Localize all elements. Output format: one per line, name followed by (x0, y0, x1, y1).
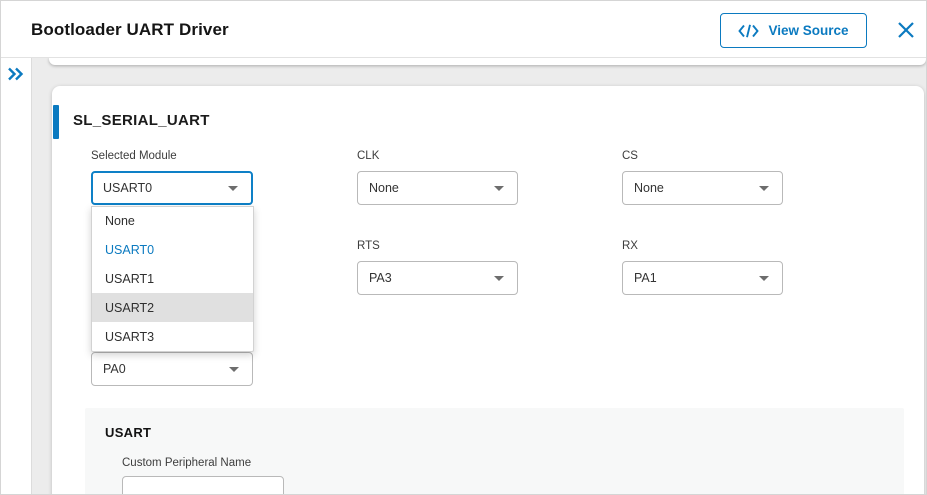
dialog-header: Bootloader UART Driver View Source (1, 1, 926, 58)
chevron-down-icon (759, 276, 769, 281)
dialog-bootloader-uart-driver: Bootloader UART Driver View Source (0, 0, 927, 495)
chevron-down-icon (759, 186, 769, 191)
sl-serial-uart-card: SL_SERIAL_UART Selected Module CLK CS US… (52, 86, 924, 495)
selected-module-select[interactable]: USART0 (91, 171, 253, 205)
chevron-down-icon (494, 276, 504, 281)
sidebar-rail (1, 58, 32, 494)
rx-label: RX (622, 239, 783, 253)
close-icon (897, 21, 915, 39)
previous-card-edge (49, 58, 926, 65)
dropdown-option-none[interactable]: None (92, 207, 253, 236)
rx-value: PA1 (634, 271, 657, 285)
rts-value: PA3 (369, 271, 392, 285)
dropdown-option-usart0[interactable]: USART0 (92, 236, 253, 265)
cs-label: CS (622, 149, 783, 163)
dropdown-option-usart1[interactable]: USART1 (92, 265, 253, 294)
rx-select[interactable]: PA1 (622, 261, 783, 295)
page-title: Bootloader UART Driver (31, 1, 229, 58)
code-icon (738, 24, 759, 38)
cs-value: None (634, 181, 664, 195)
custom-peripheral-name-label: Custom Peripheral Name (122, 456, 251, 470)
selected-module-label: Selected Module (91, 149, 253, 163)
clk-select[interactable]: None (357, 171, 518, 205)
section-accent-bar (53, 105, 59, 139)
row3-pin-select[interactable]: PA0 (91, 352, 253, 386)
double-chevron-right-icon (7, 66, 27, 82)
row3-pin-value: PA0 (103, 362, 126, 376)
rts-label: RTS (357, 239, 518, 253)
clk-value: None (369, 181, 399, 195)
view-source-button[interactable]: View Source (720, 13, 867, 48)
selected-module-dropdown-menu: None USART0 USART1 USART2 USART3 (91, 206, 254, 352)
chevron-down-icon (229, 367, 239, 372)
dropdown-option-usart3[interactable]: USART3 (92, 322, 253, 351)
custom-peripheral-name-input[interactable] (122, 476, 284, 495)
view-source-label: View Source (768, 23, 848, 38)
cs-select[interactable]: None (622, 171, 783, 205)
chevron-down-icon (494, 186, 504, 191)
close-button[interactable] (894, 18, 918, 42)
clk-label: CLK (357, 149, 518, 163)
section-title: SL_SERIAL_UART (73, 112, 210, 129)
usart-subsection-title: USART (105, 425, 151, 440)
usart-subsection: USART Custom Peripheral Name (85, 408, 904, 495)
rts-select[interactable]: PA3 (357, 261, 518, 295)
chevron-down-icon (228, 186, 238, 191)
expand-sidebar-button[interactable] (7, 64, 27, 84)
dropdown-option-usart2[interactable]: USART2 (92, 293, 253, 322)
selected-module-value: USART0 (103, 181, 152, 195)
